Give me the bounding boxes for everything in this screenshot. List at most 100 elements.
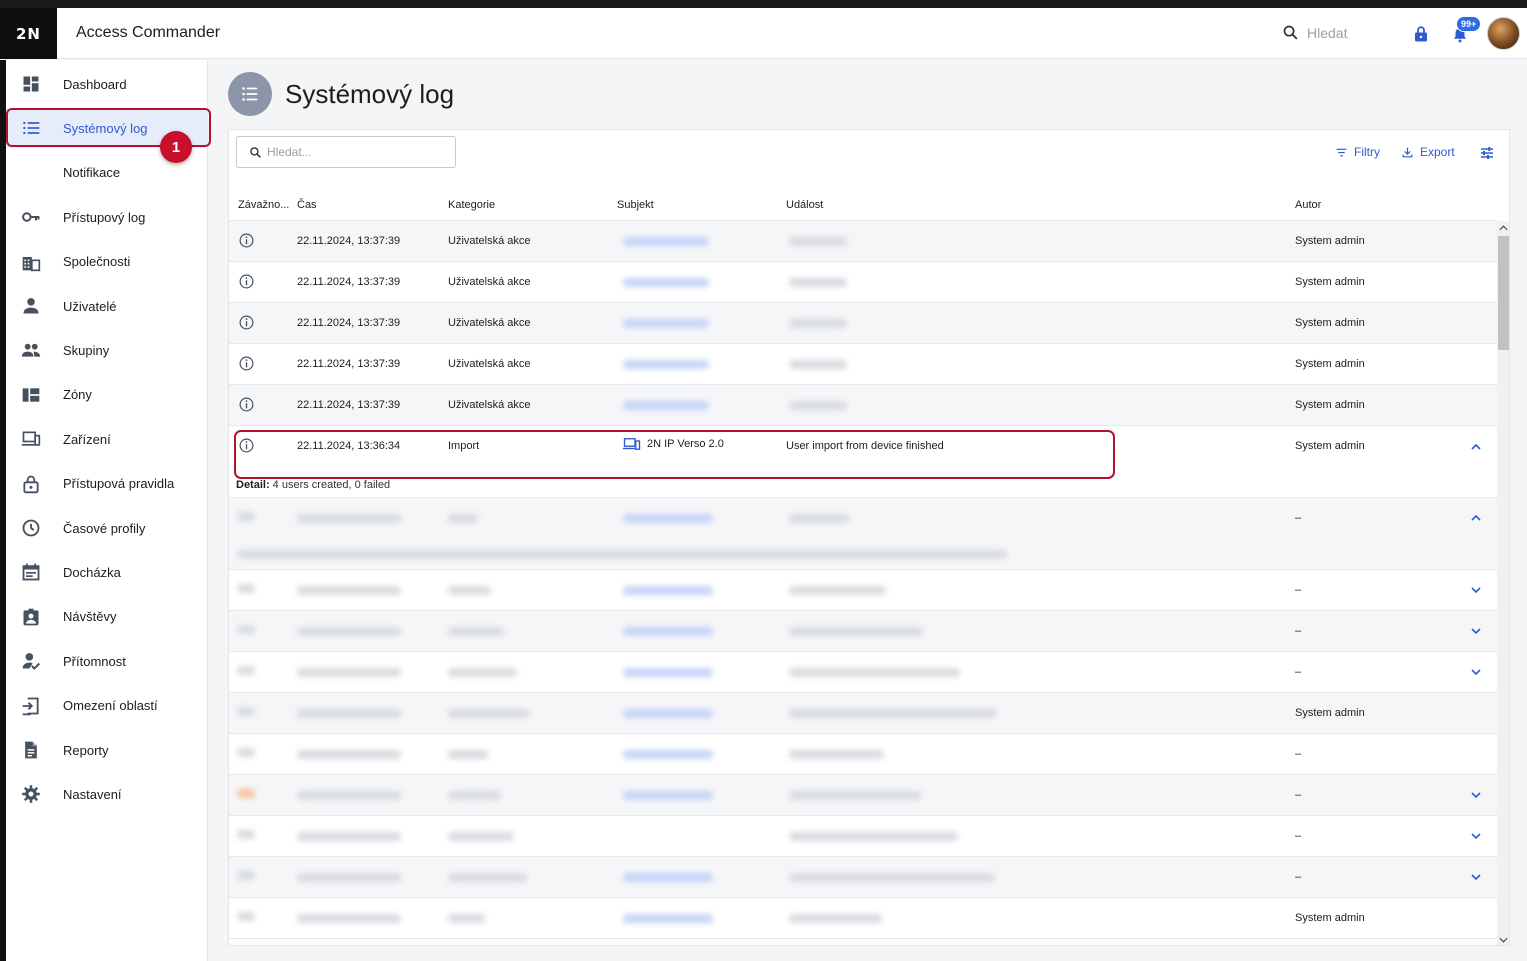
row-highlight-box bbox=[234, 430, 1115, 479]
col-subject[interactable]: Subjekt bbox=[617, 199, 654, 211]
redacted-text bbox=[623, 709, 713, 718]
chevron-down-icon[interactable] bbox=[1470, 625, 1482, 637]
export-button[interactable]: Export bbox=[1401, 145, 1455, 159]
sidebar-item-14[interactable]: Omezení oblastí bbox=[6, 686, 208, 726]
redacted-text bbox=[297, 668, 401, 677]
cell-time: 22.11.2024, 13:37:39 bbox=[297, 399, 401, 411]
chevron-down-icon[interactable] bbox=[1470, 584, 1482, 596]
col-event[interactable]: Událost bbox=[786, 199, 823, 211]
clock-icon bbox=[20, 517, 42, 539]
redacted-text bbox=[789, 278, 847, 287]
chevron-down-icon[interactable] bbox=[1470, 830, 1482, 842]
chevron-down-icon[interactable] bbox=[1470, 789, 1482, 801]
table-row[interactable]: – bbox=[229, 652, 1497, 693]
cell-category: Uživatelská akce bbox=[448, 276, 531, 288]
redacted-text bbox=[623, 914, 713, 923]
table-row[interactable]: – bbox=[229, 816, 1497, 857]
chevron-down-icon[interactable] bbox=[1470, 666, 1482, 678]
table-search[interactable] bbox=[236, 136, 456, 168]
avatar[interactable] bbox=[1487, 17, 1520, 50]
chevron-up-icon[interactable] bbox=[1470, 441, 1482, 453]
sidebar-item-16[interactable]: Nastavení bbox=[6, 774, 208, 814]
sidebar-item-7[interactable]: Zóny bbox=[6, 375, 208, 415]
cell-category: Uživatelská akce bbox=[448, 317, 531, 329]
person-icon bbox=[20, 295, 42, 317]
redacted-text bbox=[448, 627, 504, 636]
redacted-text bbox=[237, 625, 255, 634]
table-row[interactable]: – bbox=[229, 857, 1497, 898]
table-row[interactable]: – bbox=[229, 734, 1497, 775]
redacted-text bbox=[789, 873, 995, 882]
col-severity[interactable]: Závažno... bbox=[238, 199, 289, 211]
devices-icon bbox=[20, 428, 42, 450]
redacted-text bbox=[789, 709, 997, 718]
redacted-text bbox=[789, 360, 847, 369]
filter-icon bbox=[1336, 148, 1347, 156]
scroll-down-arrow[interactable] bbox=[1499, 936, 1508, 944]
scrollbar-thumb[interactable] bbox=[1498, 236, 1509, 350]
redacted-text bbox=[448, 586, 491, 595]
cell-author: System admin bbox=[1295, 707, 1365, 719]
table-row[interactable]: System admin bbox=[229, 693, 1497, 734]
key-icon bbox=[20, 206, 42, 228]
redacted-text bbox=[297, 750, 401, 759]
sidebar-item-label: Přítomnost bbox=[63, 653, 126, 669]
table-row[interactable]: 22.11.2024, 13:37:39 Uživatelská akce Syst… bbox=[229, 221, 1497, 262]
column-settings-icon[interactable] bbox=[1479, 145, 1495, 161]
redacted-text bbox=[237, 789, 255, 798]
global-search[interactable]: Hledat bbox=[1282, 24, 1347, 41]
table-row[interactable]: – bbox=[229, 775, 1497, 816]
sidebar-item-label: Společnosti bbox=[63, 254, 131, 270]
sidebar-item-9[interactable]: Přístupová pravidla bbox=[6, 464, 208, 504]
table-row[interactable]: 22.11.2024, 13:37:39 Uživatelská akce Syst… bbox=[229, 344, 1497, 385]
table-row[interactable]: – bbox=[229, 570, 1497, 611]
table-row[interactable]: 22.11.2024, 13:37:39 Uživatelská akce Syst… bbox=[229, 385, 1497, 426]
cell-author: – bbox=[1295, 625, 1302, 637]
sidebar-item-6[interactable]: Skupiny bbox=[6, 330, 208, 370]
sidebar-item-label: Dashboard bbox=[63, 76, 127, 92]
filters-button[interactable]: Filtry bbox=[1335, 145, 1380, 159]
cell-category: Uživatelská akce bbox=[448, 399, 531, 411]
redacted-text bbox=[789, 627, 923, 636]
cell-author: System admin bbox=[1295, 912, 1365, 924]
sidebar-item-4[interactable]: Společnosti bbox=[6, 242, 208, 282]
sidebar-item-10[interactable]: Časové profily bbox=[6, 508, 208, 548]
table-row[interactable]: – bbox=[229, 498, 1497, 570]
col-author[interactable]: Autor bbox=[1295, 199, 1321, 211]
col-time[interactable]: Čas bbox=[297, 199, 317, 211]
lock-icon[interactable] bbox=[1412, 24, 1430, 44]
redacted-text bbox=[297, 914, 401, 923]
chevron-down-icon[interactable] bbox=[1470, 871, 1482, 883]
table-row[interactable]: 22.11.2024, 13:37:39 Uživatelská akce Syst… bbox=[229, 303, 1497, 344]
redacted-text bbox=[448, 873, 527, 882]
sidebar-item-13[interactable]: Přítomnost bbox=[6, 641, 208, 681]
sidebar-item-label: Časové profily bbox=[63, 520, 146, 536]
redacted-text bbox=[789, 914, 882, 923]
cell-author: System admin bbox=[1295, 399, 1365, 411]
sidebar-item-0[interactable]: Dashboard bbox=[6, 64, 208, 104]
sidebar-item-12[interactable]: Návštěvy bbox=[6, 597, 208, 637]
chevron-up-icon[interactable] bbox=[1470, 512, 1482, 524]
scroll-up-arrow[interactable] bbox=[1499, 224, 1508, 232]
redacted-text bbox=[789, 401, 847, 410]
col-category[interactable]: Kategorie bbox=[448, 199, 495, 211]
redacted-text bbox=[789, 750, 884, 759]
sidebar-item-8[interactable]: Zařízení bbox=[6, 419, 208, 459]
redacted-text bbox=[297, 586, 401, 595]
cell-category: Uživatelská akce bbox=[448, 358, 531, 370]
filters-label: Filtry bbox=[1354, 145, 1380, 159]
sidebar-item-15[interactable]: Reporty bbox=[6, 730, 208, 770]
redacted-text bbox=[623, 791, 713, 800]
sidebar-item-11[interactable]: Docházka bbox=[6, 552, 208, 592]
app-logo[interactable]: 2N bbox=[0, 8, 57, 59]
table-row[interactable]: – bbox=[229, 611, 1497, 652]
table-row[interactable]: 22.11.2024, 13:37:39 Uživatelská akce Syst… bbox=[229, 262, 1497, 303]
table-row[interactable]: System admin bbox=[229, 898, 1497, 939]
sidebar-item-5[interactable]: Uživatelé bbox=[6, 286, 208, 326]
row-detail: Detail: 4 users created, 0 failed bbox=[236, 479, 390, 491]
search-icon bbox=[1283, 25, 1298, 40]
table-search-input[interactable] bbox=[267, 145, 437, 159]
redacted-text bbox=[448, 750, 488, 759]
sidebar-item-3[interactable]: Přístupový log bbox=[6, 197, 208, 237]
redacted-text bbox=[789, 668, 960, 677]
